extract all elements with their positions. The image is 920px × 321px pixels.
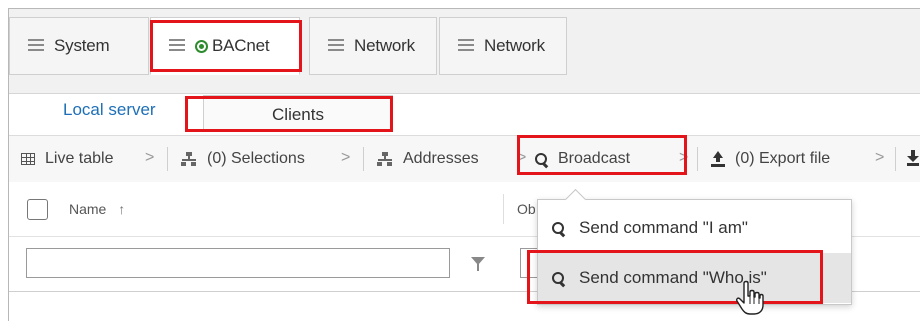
chevron-right-icon: > (341, 149, 351, 166)
select-all-checkbox[interactable] (27, 199, 48, 220)
app-window: System BACnet Network Network Local serv… (8, 8, 920, 321)
network-tree-icon (377, 152, 393, 166)
main-tab-bar: System BACnet Network Network (9, 9, 920, 94)
column-divider[interactable] (503, 194, 504, 224)
tab-label: Network (484, 36, 545, 55)
column-header-name[interactable]: Name ↑ (69, 201, 125, 217)
column-name-label: Name (69, 201, 107, 217)
subtab-local-server[interactable]: Local server (63, 100, 156, 120)
export-file-label: (0) Export file (735, 150, 831, 167)
table-icon (21, 153, 35, 165)
export-file-button[interactable]: (0) Export file (711, 136, 830, 182)
chevron-right-icon: > (875, 149, 885, 166)
upload-icon (711, 151, 725, 167)
addresses-button[interactable]: Addresses (377, 136, 479, 182)
addresses-label: Addresses (403, 150, 479, 167)
menu-item-send-who-is[interactable]: Send command "Who is" (538, 253, 851, 303)
subtab-clients[interactable]: Clients (203, 95, 393, 132)
chevron-right-icon: > (145, 149, 155, 166)
search-icon (535, 152, 548, 166)
broadcast-label: Broadcast (558, 150, 631, 167)
live-table-button[interactable]: Live table (21, 136, 114, 182)
chevron-right-icon: > (679, 149, 689, 166)
menu-icon (328, 36, 344, 56)
divider (697, 147, 698, 171)
menu-icon (169, 36, 185, 56)
toolbar: Live table > (0) Selections > Addresses … (9, 135, 920, 183)
selections-label: (0) Selections (207, 150, 305, 167)
divider (363, 147, 364, 171)
sub-tab-bar: Local server Clients (9, 94, 920, 134)
tab-network-1[interactable]: Network (309, 17, 437, 75)
menu-icon (28, 36, 44, 56)
menu-item-label: Send command "I am" (579, 218, 748, 237)
tab-bacnet[interactable]: BACnet (150, 17, 300, 75)
tab-label: BACnet (212, 36, 270, 55)
name-filter-input[interactable] (26, 248, 450, 278)
tab-label: Network (354, 36, 415, 55)
search-icon (552, 221, 565, 235)
divider (167, 147, 168, 171)
live-table-label: Live table (45, 150, 114, 167)
tab-label: System (54, 36, 110, 55)
column-header-other[interactable]: Ob (517, 201, 536, 217)
broadcast-button[interactable]: Broadcast (535, 136, 630, 182)
broadcast-dropdown-menu: Send command "I am" Send command "Who is… (537, 188, 852, 305)
divider (895, 147, 896, 171)
menu-icon (458, 36, 474, 56)
download-icon[interactable] (907, 150, 919, 166)
tab-network-2[interactable]: Network (439, 17, 567, 75)
selections-button[interactable]: (0) Selections (181, 136, 305, 182)
sort-ascending-icon: ↑ (118, 201, 126, 217)
search-icon (552, 271, 565, 285)
network-tree-icon (181, 152, 197, 166)
tab-system[interactable]: System (9, 17, 149, 75)
chevron-right-icon: > (517, 149, 527, 166)
online-status-icon (195, 39, 208, 53)
menu-item-send-i-am[interactable]: Send command "I am" (538, 203, 851, 253)
hand-cursor-icon (736, 280, 764, 315)
filter-icon[interactable] (471, 257, 485, 271)
